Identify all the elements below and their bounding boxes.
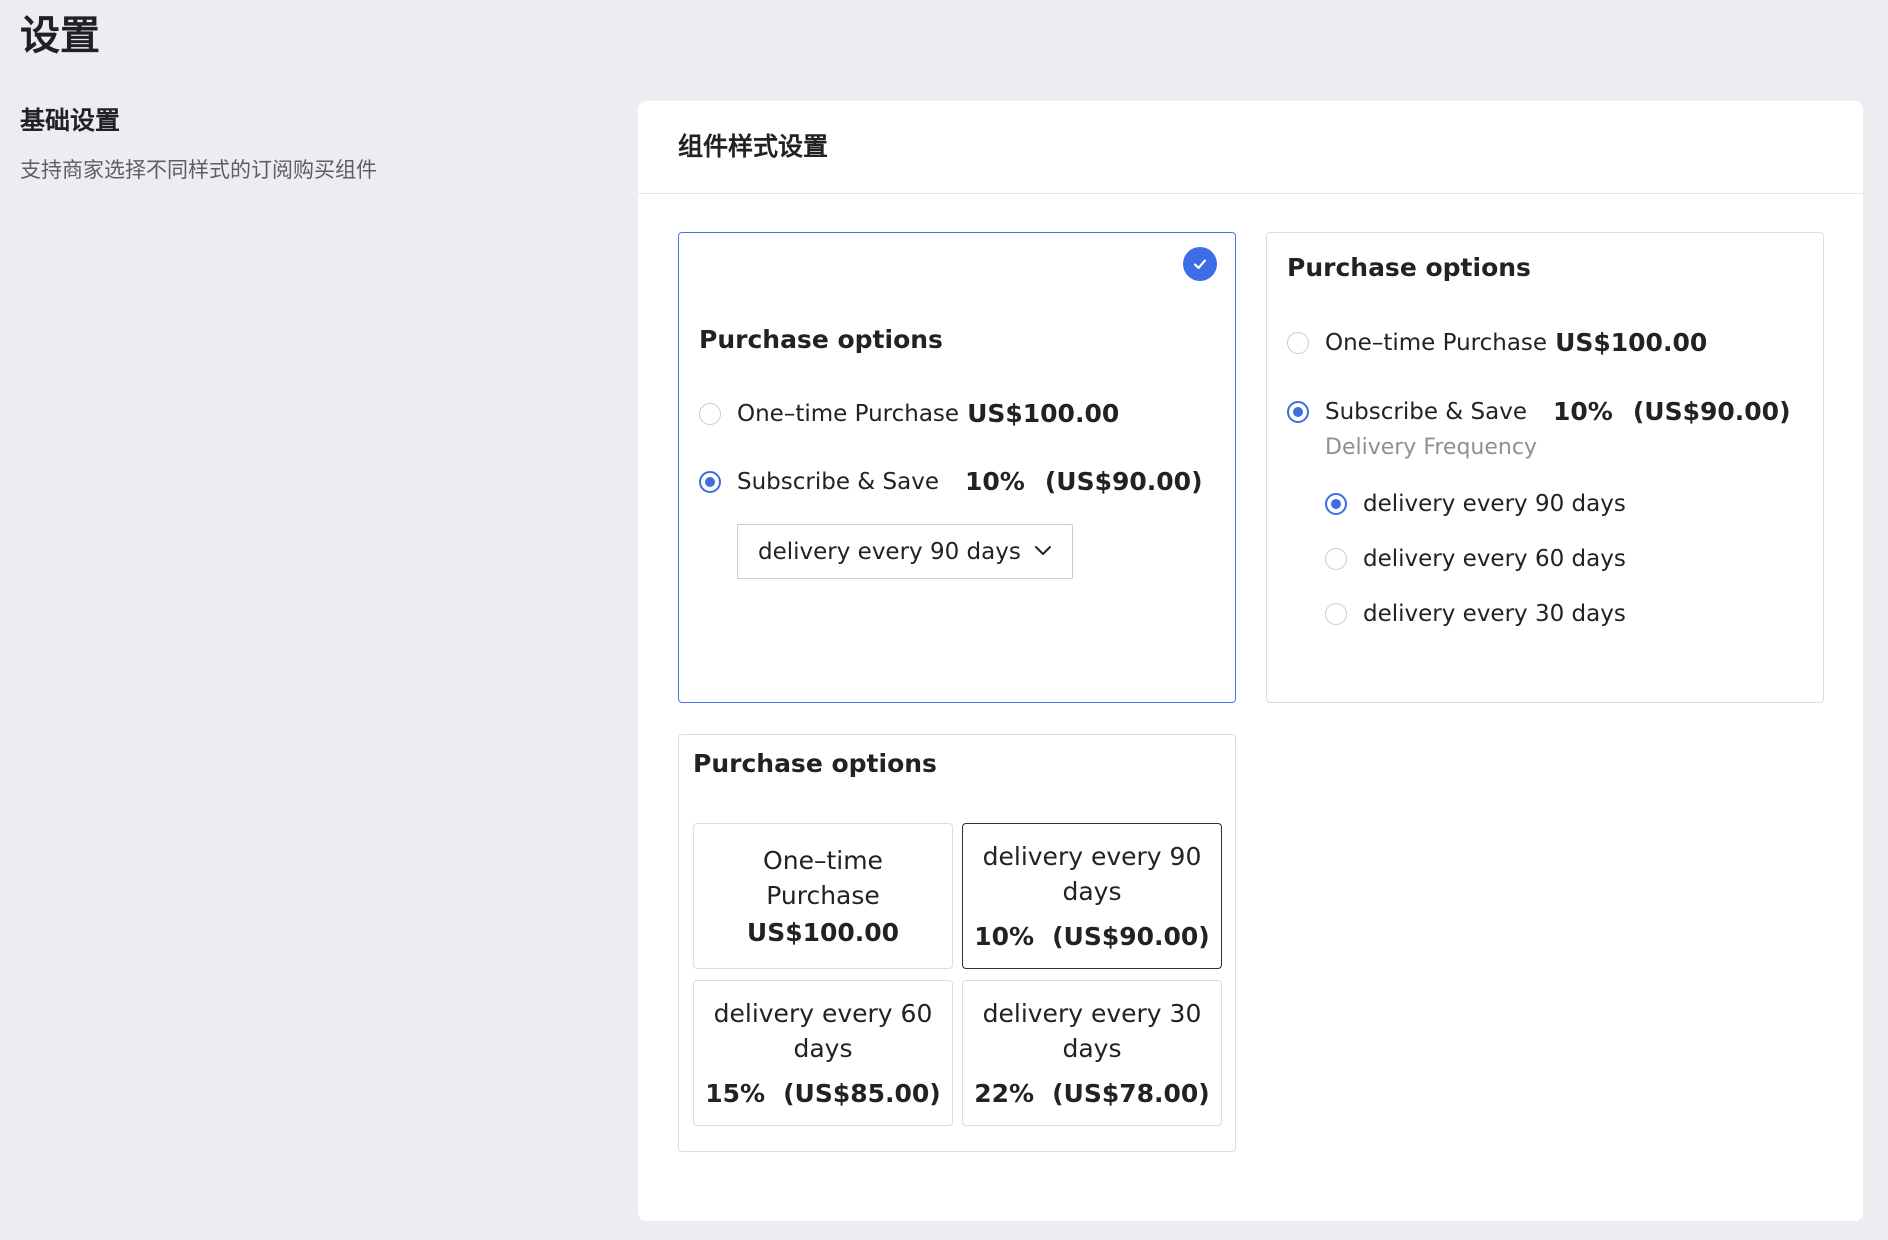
tile-label: One–time Purchase [763, 845, 883, 910]
radio-subscribe[interactable] [699, 471, 721, 493]
frequency-label: delivery every 60 days [1363, 546, 1626, 572]
subscribe-option[interactable]: Subscribe & Save 10% (US$90.00) [699, 466, 1203, 498]
tile-price: (US$90.00) [1052, 921, 1210, 951]
subscribe-discount: 10% [965, 467, 1025, 496]
one-time-price: US$100.00 [1555, 328, 1708, 357]
widget-style-panel: 组件样式设置 Purchase options One–time Purchas… [638, 101, 1863, 1221]
purchase-options-heading: Purchase options [1287, 253, 1531, 282]
subscribe-price: (US$90.00) [1632, 397, 1791, 426]
delivery-frequency-label: Delivery Frequency [1325, 435, 1537, 460]
select-value: delivery every 90 days [758, 538, 1021, 565]
tile-label: delivery every 30 days [982, 998, 1202, 1063]
tile-discount: 22% [974, 1078, 1035, 1108]
one-time-option[interactable]: One–time Purchase US$100.00 [1287, 327, 1707, 359]
subscribe-discount: 10% [1553, 397, 1613, 426]
panel-title: 组件样式设置 [678, 132, 829, 161]
section-description: 支持商家选择不同样式的订阅购买组件 [20, 158, 377, 182]
page-title: 设置 [20, 13, 100, 59]
radio-one-time[interactable] [699, 403, 721, 425]
purchase-options-heading: Purchase options [693, 749, 937, 778]
tile-delivery-90[interactable]: delivery every 90 days 10% (US$90.00) [962, 823, 1222, 969]
tile-price: (US$78.00) [1052, 1078, 1210, 1108]
tile-discount: 15% [705, 1078, 766, 1108]
radio-frequency-60[interactable] [1325, 548, 1347, 570]
tile-delivery-30[interactable]: delivery every 30 days 22% (US$78.00) [962, 980, 1222, 1126]
one-time-option[interactable]: One–time Purchase US$100.00 [699, 398, 1119, 430]
tile-price: US$100.00 [746, 917, 900, 947]
tile-discount-row: 15% (US$85.00) [705, 1076, 940, 1111]
frequency-option-90[interactable]: delivery every 90 days [1325, 488, 1626, 520]
tile-delivery-60[interactable]: delivery every 60 days 15% (US$85.00) [693, 980, 953, 1126]
radio-frequency-90[interactable] [1325, 493, 1347, 515]
tile-discount-row: 22% (US$78.00) [974, 1076, 1209, 1111]
tile-label: delivery every 90 days [982, 841, 1202, 906]
one-time-label: One–time Purchase [1325, 330, 1548, 356]
frequency-label: delivery every 90 days [1363, 491, 1626, 517]
panel-header: 组件样式设置 [638, 101, 1863, 194]
section-title: 基础设置 [20, 106, 121, 135]
tile-discount-row: 10% (US$90.00) [974, 919, 1209, 954]
style-card-tiles[interactable]: Purchase options One–time Purchase US$10… [678, 734, 1236, 1152]
frequency-label: delivery every 30 days [1363, 601, 1626, 627]
subscribe-label: Subscribe & Save [737, 469, 940, 495]
frequency-option-60[interactable]: delivery every 60 days [1325, 543, 1626, 575]
subscribe-label: Subscribe & Save [1325, 399, 1528, 425]
delivery-frequency-select[interactable]: delivery every 90 days [737, 524, 1073, 579]
chevron-down-icon [1035, 546, 1051, 555]
check-circle-icon [1183, 247, 1217, 281]
frequency-option-30[interactable]: delivery every 30 days [1325, 598, 1626, 630]
tile-discount: 10% [974, 921, 1035, 951]
radio-frequency-30[interactable] [1325, 603, 1347, 625]
subscribe-option[interactable]: Subscribe & Save 10% (US$90.00) [1287, 396, 1791, 428]
radio-subscribe[interactable] [1287, 401, 1309, 423]
one-time-label: One–time Purchase [737, 401, 960, 427]
radio-one-time[interactable] [1287, 332, 1309, 354]
one-time-price: US$100.00 [967, 399, 1120, 428]
purchase-options-heading: Purchase options [699, 325, 943, 354]
style-card-radio-list[interactable]: Purchase options One–time Purchase US$10… [1266, 232, 1824, 703]
tile-one-time[interactable]: One–time Purchase US$100.00 [693, 823, 953, 969]
subscribe-price: (US$90.00) [1044, 467, 1203, 496]
style-card-dropdown[interactable]: Purchase options One–time Purchase US$10… [678, 232, 1236, 703]
tile-label: delivery every 60 days [713, 998, 933, 1063]
tile-price: (US$85.00) [783, 1078, 941, 1108]
